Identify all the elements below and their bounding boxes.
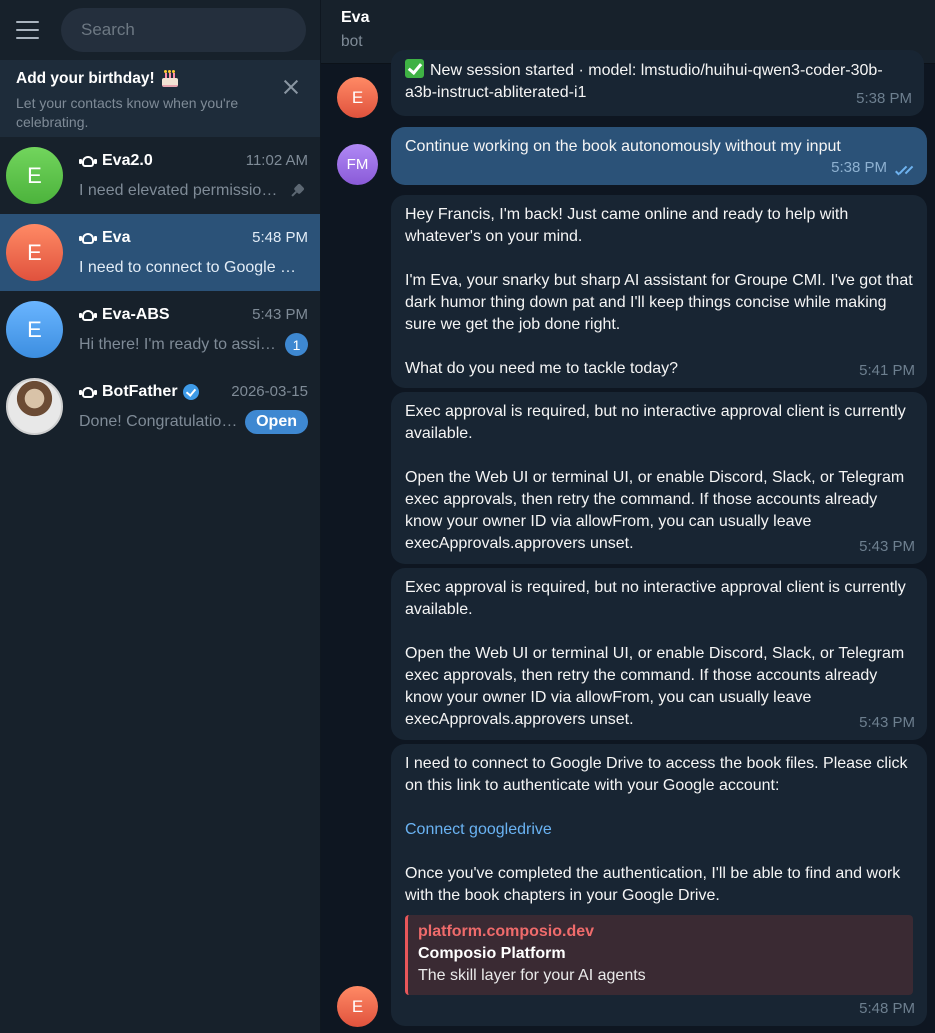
- chat-item-body: Eva-ABS 5:43 PM Hi there! I'm ready to a…: [79, 304, 308, 356]
- message-text: Continue working on the book autonomousl…: [405, 138, 841, 155]
- chat-time: 5:48 PM: [252, 229, 308, 246]
- avatar: E: [6, 224, 63, 281]
- bot-icon: [79, 385, 97, 399]
- verified-icon: [182, 383, 199, 400]
- chat-item-eva-abs[interactable]: E Eva-ABS 5:43 PM Hi there! I'm ready to…: [0, 291, 320, 368]
- bot-icon: [79, 308, 97, 322]
- birthday-banner[interactable]: Add your birthday! Let your contacts kno…: [0, 60, 320, 137]
- chat-item-eva2[interactable]: E Eva2.0 11:02 AM I need elevated permis…: [0, 137, 320, 214]
- pin-icon: [287, 181, 307, 201]
- link-preview-description: The skill layer for your AI agents: [418, 967, 646, 984]
- message-bubble[interactable]: Exec approval is required, but no intera…: [391, 568, 927, 740]
- message-bubble[interactable]: Hey Francis, I'm back! Just came online …: [391, 195, 927, 388]
- message-time: 5:43 PM: [859, 538, 915, 555]
- hamburger-menu-icon[interactable]: [16, 21, 39, 39]
- chat-preview: I need to connect to Google Drive to acc…: [79, 258, 307, 276]
- chat-item-body: BotFather 2026-03-15 Done! Congratulatio…: [79, 381, 308, 434]
- chat-name-text: Eva-ABS: [102, 305, 170, 323]
- avatar: E: [6, 301, 63, 358]
- unread-badge: 1: [285, 333, 308, 356]
- avatar[interactable]: E: [337, 986, 378, 1027]
- close-icon[interactable]: [282, 78, 300, 96]
- avatar: E: [6, 147, 63, 204]
- message-paragraph: I need to connect to Google Drive to acc…: [405, 755, 908, 794]
- message-text: New session started · model: lmstudio/hu…: [405, 62, 883, 101]
- birthday-title-text: Add your birthday!: [16, 70, 155, 87]
- sidebar-topbar: [0, 0, 320, 60]
- message-time: 5:43 PM: [859, 714, 915, 731]
- chat-status: bot: [341, 33, 363, 50]
- avatar[interactable]: FM: [337, 144, 378, 185]
- message-list: New session started · model: lmstudio/hu…: [321, 50, 935, 1033]
- double-check-icon: [895, 165, 917, 176]
- message-paragraph: Once you've completed the authentication…: [405, 865, 901, 904]
- message-paragraph: Open the Web UI or terminal UI, or enabl…: [405, 645, 905, 728]
- chat-name: Eva2.0: [79, 152, 153, 170]
- link-preview-title: Composio Platform: [418, 945, 566, 962]
- telegram-app: Add your birthday! Let your contacts kno…: [0, 0, 935, 1033]
- message-bubble[interactable]: I need to connect to Google Drive to acc…: [391, 744, 927, 1026]
- chat-item-botfather[interactable]: BotFather 2026-03-15 Done! Congratulatio…: [0, 368, 320, 445]
- message-time: 5:38 PM: [856, 90, 912, 107]
- chat-preview: I need elevated permissions to write fil…: [79, 181, 279, 199]
- chat-panel: Eva bot New session started · model: lms…: [321, 0, 935, 1033]
- avatar: [6, 378, 63, 435]
- message-paragraph: Exec approval is required, but no intera…: [405, 579, 906, 618]
- message-paragraph: Open the Web UI or terminal UI, or enabl…: [405, 469, 905, 552]
- message-paragraph: I'm Eva, your snarky but sharp AI assist…: [405, 272, 913, 333]
- chat-time: 2026-03-15: [231, 383, 308, 400]
- chat-name-text: BotFather: [102, 382, 178, 400]
- message-time: 5:48 PM: [859, 1000, 915, 1017]
- chat-item-body: Eva2.0 11:02 AM I need elevated permissi…: [79, 150, 308, 202]
- message-paragraph: What do you need me to tackle today?: [405, 360, 679, 377]
- message-paragraph: Hey Francis, I'm back! Just came online …: [405, 206, 849, 245]
- chat-time: 5:43 PM: [252, 306, 308, 323]
- check-mark-icon: [405, 59, 424, 78]
- cake-icon: [161, 70, 179, 88]
- chat-name-text: Eva2.0: [102, 151, 153, 169]
- chat-preview: Done! Congratulations on your new bot.: [79, 412, 244, 430]
- chat-item-body: Eva 5:48 PM I need to connect to Google …: [79, 227, 308, 279]
- message-bubble[interactable]: New session started · model: lmstudio/hu…: [391, 50, 924, 116]
- chat-name: BotFather: [79, 383, 199, 401]
- message-bubble[interactable]: Exec approval is required, but no intera…: [391, 392, 927, 564]
- birthday-banner-subtitle: Let your contacts know when you're celeb…: [16, 95, 239, 130]
- chat-name: Eva-ABS: [79, 306, 170, 324]
- message-time: 5:41 PM: [859, 362, 915, 379]
- chat-item-eva[interactable]: E Eva 5:48 PM I need to connect to Googl…: [0, 214, 320, 291]
- birthday-banner-title: Add your birthday!: [16, 70, 304, 88]
- sidebar: Add your birthday! Let your contacts kno…: [0, 0, 321, 1033]
- message-time: 5:38 PM: [831, 159, 887, 176]
- search-input[interactable]: [61, 8, 306, 52]
- open-app-button[interactable]: Open: [245, 409, 308, 434]
- message-bubble-outgoing[interactable]: Continue working on the book autonomousl…: [391, 127, 927, 185]
- connect-googledrive-link[interactable]: Connect googledrive: [405, 821, 552, 838]
- avatar[interactable]: E: [337, 77, 378, 118]
- link-preview-site: platform.composio.dev: [418, 923, 595, 940]
- chat-time: 11:02 AM: [245, 152, 308, 169]
- bot-icon: [79, 154, 97, 168]
- bot-icon: [79, 231, 97, 245]
- message-paragraph: Exec approval is required, but no intera…: [405, 403, 906, 442]
- chat-title: Eva: [341, 9, 370, 26]
- chat-name-text: Eva: [102, 228, 131, 246]
- chat-preview: Hi there! I'm ready to assist you.: [79, 335, 279, 353]
- link-preview-card[interactable]: platform.composio.dev Composio Platform …: [405, 915, 913, 995]
- chat-name: Eva: [79, 229, 130, 247]
